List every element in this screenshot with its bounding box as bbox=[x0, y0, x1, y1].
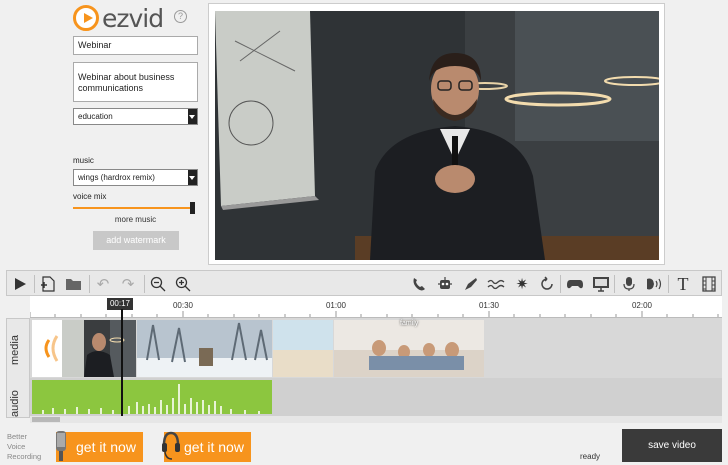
toolbar-divider bbox=[614, 275, 615, 293]
music-label: music bbox=[73, 156, 94, 165]
playhead[interactable] bbox=[121, 309, 123, 417]
film-icon[interactable] bbox=[699, 274, 719, 294]
zoom-out-icon[interactable] bbox=[148, 274, 168, 294]
timeline-toolbar: ↶ ↷ ✷ T bbox=[6, 270, 722, 296]
timeline-ruler[interactable]: 00:30 01:00 01:30 02:00 bbox=[30, 296, 722, 318]
title-field[interactable]: Webinar bbox=[73, 36, 198, 55]
ezvid-logo: ezvid bbox=[73, 3, 164, 33]
audio-track-label: audio bbox=[9, 390, 21, 417]
get-it-now-button-microphone[interactable]: get it now bbox=[53, 431, 143, 465]
play-icon[interactable] bbox=[10, 274, 30, 294]
logo-play-icon bbox=[73, 5, 99, 31]
get-it-now-label: get it now bbox=[76, 439, 136, 455]
winter-clip[interactable] bbox=[137, 320, 272, 377]
microphone-icon[interactable] bbox=[619, 274, 639, 294]
track-labels: media audio bbox=[6, 318, 30, 418]
headset-icon bbox=[161, 431, 181, 465]
toolbar-divider bbox=[89, 275, 90, 293]
better-voice-line: Better bbox=[7, 432, 28, 441]
zoom-in-icon[interactable] bbox=[173, 274, 193, 294]
clip-label: family bbox=[400, 320, 419, 327]
get-it-now-label: get it now bbox=[184, 439, 244, 455]
microphone-icon bbox=[53, 431, 69, 465]
add-watermark-button[interactable]: add watermark bbox=[93, 231, 179, 250]
chevron-down-icon[interactable] bbox=[188, 170, 197, 185]
media-track-label: media bbox=[9, 335, 21, 365]
status-text: ready bbox=[580, 452, 601, 461]
toolbar-divider bbox=[34, 275, 35, 293]
pen-icon[interactable] bbox=[461, 274, 481, 294]
preview-image[interactable] bbox=[215, 11, 659, 260]
playhead-time[interactable]: 00:17 bbox=[107, 298, 133, 310]
video-preview bbox=[208, 3, 665, 265]
monitor-icon[interactable] bbox=[591, 274, 611, 294]
beach-clip[interactable] bbox=[273, 320, 333, 377]
save-video-button[interactable]: save video bbox=[622, 429, 722, 462]
toolbar-divider bbox=[560, 275, 561, 293]
timeline-scrollbar[interactable] bbox=[30, 416, 722, 423]
category-value: education bbox=[78, 112, 113, 121]
help-icon[interactable]: ? bbox=[174, 10, 187, 23]
ruler-tick-label: 01:00 bbox=[325, 301, 347, 310]
gamepad-icon[interactable] bbox=[565, 274, 585, 294]
music-select[interactable]: wings (hardrox remix) bbox=[73, 169, 198, 186]
audio-track[interactable] bbox=[30, 378, 722, 416]
redo-icon[interactable]: ↷ bbox=[118, 274, 138, 294]
text-icon[interactable]: T bbox=[673, 274, 693, 294]
voice-mix-slider[interactable] bbox=[73, 202, 198, 214]
logo-text: ezvid bbox=[102, 3, 164, 33]
ruler-tick-label: 01:30 bbox=[478, 301, 500, 310]
get-it-now-button-headset[interactable]: get it now bbox=[161, 431, 251, 465]
open-folder-icon[interactable] bbox=[64, 274, 84, 294]
better-voice-line: Voice bbox=[7, 442, 26, 451]
description-field[interactable]: Webinar about business communications bbox=[73, 62, 198, 102]
more-music-link[interactable]: more music bbox=[73, 215, 198, 224]
webinar-clip[interactable] bbox=[62, 320, 136, 377]
media-track[interactable] bbox=[30, 318, 722, 378]
better-voice-line: Recording bbox=[7, 452, 42, 461]
robot-icon[interactable] bbox=[435, 274, 455, 294]
burst-icon[interactable]: ✷ bbox=[512, 274, 532, 294]
new-file-icon[interactable] bbox=[38, 274, 58, 294]
intro-clip[interactable] bbox=[32, 320, 62, 377]
voice-mix-label: voice mix bbox=[73, 192, 107, 201]
category-select[interactable]: education bbox=[73, 108, 198, 125]
ruler-tick-label: 00:30 bbox=[172, 301, 194, 310]
voice-icon[interactable] bbox=[644, 274, 664, 294]
undo-icon[interactable]: ↶ bbox=[93, 274, 113, 294]
voice-mix-track bbox=[73, 207, 193, 209]
audio-clip[interactable] bbox=[32, 380, 272, 414]
chevron-down-icon[interactable] bbox=[188, 109, 197, 124]
phone-icon[interactable] bbox=[409, 274, 429, 294]
music-value: wings (hardrox remix) bbox=[78, 173, 155, 182]
voice-mix-thumb[interactable] bbox=[190, 202, 195, 214]
wave-icon[interactable] bbox=[486, 274, 506, 294]
ruler-tick-label: 02:00 bbox=[631, 301, 653, 310]
toolbar-divider bbox=[668, 275, 669, 293]
refresh-icon[interactable] bbox=[537, 274, 557, 294]
family-clip[interactable] bbox=[334, 320, 484, 377]
scrollbar-thumb[interactable] bbox=[32, 417, 60, 422]
better-voice-text: Better Voice Recording bbox=[7, 432, 41, 462]
toolbar-divider bbox=[144, 275, 145, 293]
